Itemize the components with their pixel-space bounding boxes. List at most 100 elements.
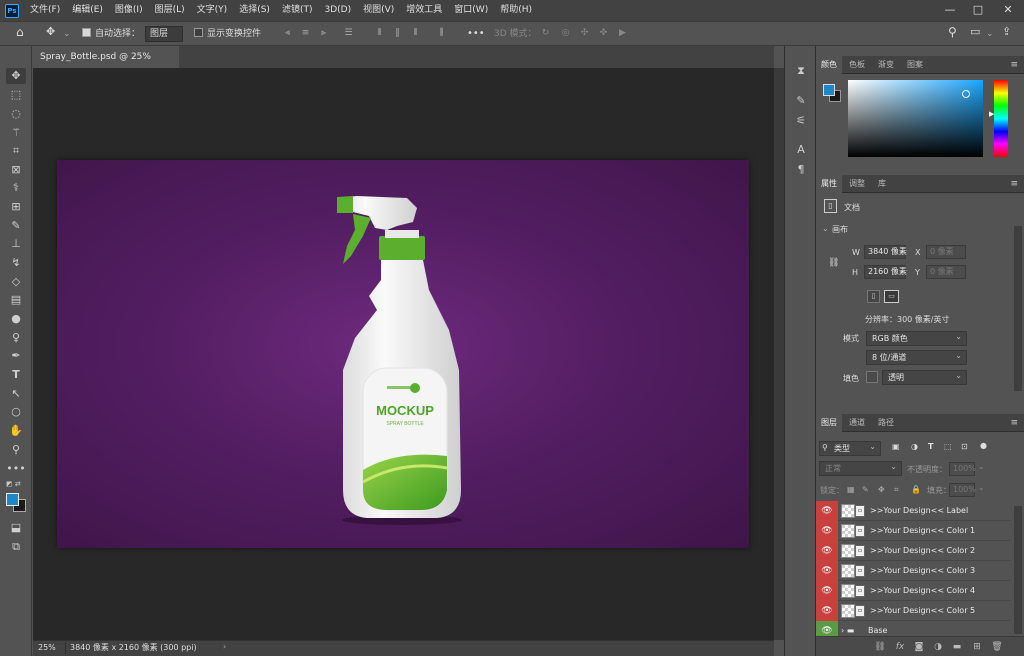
menu-plugins[interactable]: 增效工具 (400, 0, 448, 21)
blend-mode-dropdown[interactable]: 正常 (819, 460, 902, 476)
character-panel-icon[interactable]: A (793, 142, 809, 158)
more-tools-icon[interactable]: ••• (6, 461, 26, 477)
tab-adjustments[interactable]: 调整 (844, 175, 870, 193)
layers-scrollbar[interactable] (1014, 506, 1022, 634)
menu-help[interactable]: 帮助(H) (494, 0, 538, 21)
visibility-eye-icon[interactable]: 👁 (816, 541, 838, 561)
scale-3d-icon[interactable]: ▶ (617, 28, 628, 39)
new-layer-icon[interactable]: ⊞ (971, 641, 983, 653)
pen-tool-icon[interactable]: ✒ (6, 348, 26, 364)
layer-row[interactable]: 👁 ▫ >>Your Design<< Color 5 (816, 601, 1010, 621)
menu-edit[interactable]: 编辑(E) (66, 0, 109, 21)
lasso-tool-icon[interactable]: ◌ (6, 106, 26, 122)
color-picker-handle[interactable] (962, 90, 970, 98)
menu-filter[interactable]: 滤镜(T) (276, 0, 319, 21)
document-tab[interactable]: Spray_Bottle.psd @ 25%(RGB/8) × (33, 46, 179, 84)
adjustments-icon[interactable]: ⚟ (793, 113, 809, 129)
pan-3d-icon[interactable]: ✣ (579, 28, 590, 39)
tab-layers[interactable]: 图层 (816, 414, 842, 432)
history-panel-icon[interactable]: ⧗ (793, 63, 809, 79)
filter-pixel-icon[interactable]: ▣ (892, 442, 900, 451)
hue-slider[interactable] (994, 80, 1008, 157)
brush-tool-icon[interactable]: ✎ (6, 218, 26, 234)
canvas-area[interactable]: MOCKUP SPRAY BOTTLE (33, 68, 774, 640)
fill-chevron-icon[interactable]: ⌄ (978, 483, 985, 492)
hand-tool-icon[interactable]: ✋ (6, 423, 26, 439)
shape-tool-icon[interactable]: ○ (6, 404, 26, 420)
link-layers-icon[interactable]: ⛓ (874, 641, 886, 653)
width-field[interactable]: 3840 像素 (864, 245, 907, 259)
roll-3d-icon[interactable]: ◎ (560, 28, 571, 39)
distribute-right-icon[interactable]: ⫴ (410, 28, 421, 39)
orbit-3d-icon[interactable]: ↻ (540, 28, 551, 39)
menu-select[interactable]: 选择(S) (233, 0, 276, 21)
menu-3d[interactable]: 3D(D) (318, 0, 357, 21)
slide-3d-icon[interactable]: ✜ (598, 28, 609, 39)
status-chevron-icon[interactable]: › (223, 642, 226, 651)
menu-image[interactable]: 图像(I) (109, 0, 149, 21)
crop-tool-icon[interactable]: ⌗ (6, 143, 26, 159)
filter-type-icon[interactable]: T (928, 442, 933, 451)
healing-brush-icon[interactable]: ⊞ (6, 199, 26, 215)
move-tool-icon[interactable]: ✥ (46, 25, 55, 39)
foreground-color-swatch[interactable] (6, 493, 19, 506)
tab-paths[interactable]: 路径 (873, 414, 899, 432)
layer-row[interactable]: 👁 ▫ >>Your Design<< Color 3 (816, 561, 1010, 581)
move-tool-icon[interactable]: ✥ (6, 68, 26, 84)
lock-transparent-icon[interactable]: ▦ (847, 485, 855, 494)
paragraph-panel-icon[interactable]: ¶ (793, 162, 809, 178)
workspace-icon[interactable]: ▭ (970, 25, 980, 39)
lock-all-icon[interactable]: 🔒 (911, 485, 921, 494)
fill-opacity-field[interactable]: 100% (949, 483, 976, 497)
portrait-orientation-icon[interactable]: ▯ (867, 290, 880, 303)
layer-row[interactable]: 👁 ▫ >>Your Design<< Color 1 (816, 521, 1010, 541)
default-colors-icon[interactable]: ◩ ⇄ (6, 480, 21, 488)
visibility-eye-icon[interactable]: 👁 (816, 601, 838, 621)
align-center-h-icon[interactable]: ≡ (300, 28, 311, 39)
fill-swatch[interactable] (866, 371, 878, 383)
search-icon[interactable]: ⚲ (948, 25, 957, 39)
menu-file[interactable]: 文件(F) (24, 0, 66, 21)
auto-select-checkbox[interactable] (82, 27, 94, 41)
opacity-field[interactable]: 100% (949, 462, 976, 476)
adjustment-layer-icon[interactable]: ◑ (932, 641, 944, 653)
quick-mask-icon[interactable]: ⬓ (6, 520, 26, 536)
visibility-eye-icon[interactable]: 👁 (816, 521, 838, 541)
tab-color[interactable]: 颜色 (816, 56, 842, 74)
marquee-tool-icon[interactable]: ⬚ (6, 87, 26, 103)
align-top-icon[interactable]: ☰ (343, 28, 354, 39)
menu-window[interactable]: 窗口(W) (448, 0, 494, 21)
vertical-scrollbar[interactable] (774, 68, 784, 640)
gradient-tool-icon[interactable]: ▤ (6, 292, 26, 308)
auto-select-dropdown[interactable]: 图层 (145, 26, 183, 42)
new-group-icon[interactable]: ▬ (951, 641, 963, 653)
artboard[interactable]: MOCKUP SPRAY BOTTLE (57, 160, 749, 548)
y-field[interactable]: 0 像素 (926, 265, 966, 279)
canvas-collapse-icon[interactable]: ⌄ (822, 224, 829, 233)
distribute-center-icon[interactable]: ‖ (392, 28, 403, 39)
visibility-eye-icon[interactable]: 👁 (816, 561, 838, 581)
height-field[interactable]: 2160 像素 (864, 265, 907, 279)
history-brush-icon[interactable]: ↯ (6, 255, 26, 271)
filter-shape-icon[interactable]: ⬚ (944, 442, 952, 451)
fill-dropdown[interactable]: 透明 (882, 369, 967, 385)
distribute-spacing-icon[interactable]: ⫼ (436, 28, 447, 39)
brush-settings-icon[interactable]: ✎ (793, 93, 809, 109)
lock-image-icon[interactable]: ✎ (862, 485, 869, 494)
tab-patterns[interactable]: 图案 (902, 56, 928, 74)
color-picker-field[interactable] (848, 80, 983, 157)
panel-menu-icon[interactable]: ≡ (1010, 418, 1018, 428)
tab-gradients[interactable]: 渐变 (873, 56, 899, 74)
align-left-icon[interactable]: ⫷ (282, 28, 293, 39)
minimize-button[interactable]: — (936, 0, 964, 21)
hue-slider-marker-icon[interactable]: ▶ (989, 110, 994, 118)
frame-tool-icon[interactable]: ⊠ (6, 162, 26, 178)
distribute-left-icon[interactable]: ⫴ (374, 28, 385, 39)
zoom-tool-icon[interactable]: ⚲ (6, 442, 26, 458)
eyedropper-icon[interactable]: ⚕ (6, 180, 26, 196)
visibility-eye-icon[interactable]: 👁 (816, 581, 838, 601)
opacity-chevron-icon[interactable]: ⌄ (978, 462, 985, 471)
lock-artboard-icon[interactable]: ⌗ (894, 485, 899, 495)
workspace-chevron-icon[interactable]: ⌄ (986, 27, 994, 41)
magic-wand-icon[interactable]: ⚚ (6, 125, 26, 141)
